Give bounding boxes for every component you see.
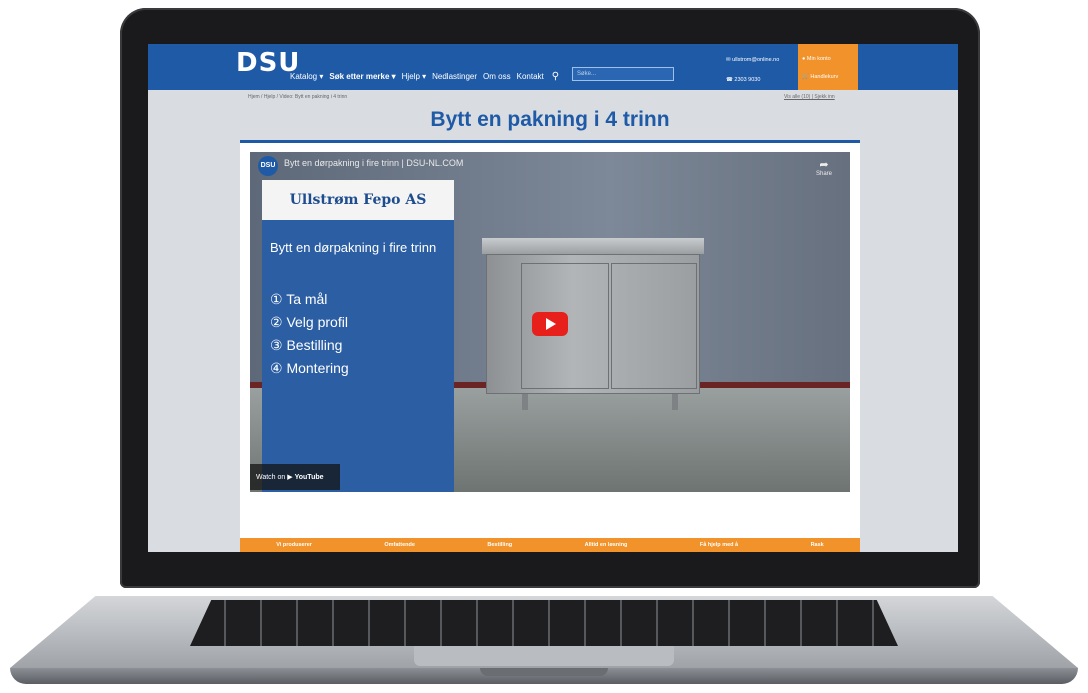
step-item: ③ Bestilling [270, 337, 343, 353]
channel-avatar[interactable]: DSU [258, 156, 278, 176]
fridge-leg [672, 394, 678, 410]
nav-nedlastinger[interactable]: Nedlastinger [432, 72, 477, 81]
account-label: Min konto [806, 56, 831, 62]
video-overlay-panel: Ullstrøm Fepo AS Bytt en dørpakning i fi… [262, 180, 454, 492]
content-panel: DSU Bytt en dørpakning i fire trinn | DS… [240, 143, 860, 539]
step-item: ④ Montering [270, 360, 349, 376]
feature-item: Få hjelp med å [699, 542, 739, 548]
nav-hjelp[interactable]: Hjelp ▾ [402, 72, 426, 81]
laptop-notch [480, 668, 608, 676]
overlay-subtitle: Bytt en dørpakning i fire trinn [270, 240, 437, 255]
video-title[interactable]: Bytt en dørpakning i fire trinn | DSU-NL… [284, 158, 463, 168]
step-item: ② Velg profil [270, 314, 348, 330]
watch-on-youtube-button[interactable]: Watch on ▶ YouTube [250, 464, 340, 490]
laptop-keyboard [190, 600, 898, 646]
fridge-worktop [482, 238, 704, 254]
email-text: ullstrom@online.no [732, 57, 780, 63]
share-icon: ➦ [819, 159, 829, 171]
cart-label: Handlekurv [810, 74, 839, 80]
features-band: Vi produserer Omfattende Bestilling Allt… [240, 538, 860, 552]
email-link[interactable]: ✉ ullstrom@online.no [726, 50, 779, 70]
play-button[interactable] [532, 312, 568, 336]
feature-item: Alltid en løsning [584, 542, 628, 548]
account-box: ● Min konto 🛒 Handlekurv [798, 44, 858, 90]
laptop-trackpad [414, 646, 674, 666]
feature-item: Vi produserer [276, 542, 312, 548]
cart-link[interactable]: 🛒 Handlekurv [802, 68, 854, 86]
youtube-play-icon: ▶ [287, 474, 293, 481]
refrigerator-image [482, 238, 704, 410]
account-link[interactable]: ● Min konto [802, 50, 854, 68]
laptop-base [10, 578, 1078, 688]
phone-text: 2303 9030 [734, 77, 761, 83]
contact-info: ✉ ullstrom@online.no ☎ 2303 9030 [726, 50, 779, 90]
site-header: DSU Katalog ▾ Søk etter merke ▾ Hjelp ▾ … [148, 44, 958, 90]
main-nav: Katalog ▾ Søk etter merke ▾ Hjelp ▾ Nedl… [290, 71, 559, 82]
fridge-leg [522, 394, 528, 410]
youtube-brand: YouTube [294, 474, 324, 481]
feature-item: Omfattende [384, 542, 415, 548]
steps-list: ① Ta mål ② Velg profil ③ Bestilling ④ Mo… [270, 288, 349, 380]
nav-katalog[interactable]: Katalog ▾ [290, 72, 323, 81]
share-label: Share [816, 171, 833, 177]
top-links[interactable]: Vis alle (10) | Sjekk inn [784, 94, 835, 100]
share-button[interactable]: ➦ Share [816, 158, 832, 177]
youtube-video-player[interactable]: DSU Bytt en dørpakning i fire trinn | DS… [250, 152, 850, 492]
overlay-company-name: Ullstrøm Fepo AS [262, 180, 454, 220]
nav-kontakt[interactable]: Kontakt [517, 72, 544, 81]
search-icon[interactable]: ⚲ [552, 71, 559, 82]
nav-om-oss[interactable]: Om oss [483, 72, 511, 81]
feature-item: Rask [810, 542, 824, 548]
nav-sok-etter-merke[interactable]: Søk etter merke ▾ [329, 72, 395, 81]
search-input[interactable]: Søke... [572, 67, 674, 81]
feature-item: Bestilling [487, 542, 513, 548]
step-item: ① Ta mål [270, 291, 328, 307]
page-title: Bytt en pakning i 4 trinn [430, 108, 670, 131]
phone-link[interactable]: ☎ 2303 9030 [726, 70, 779, 90]
watch-on-label: Watch on [256, 474, 286, 481]
fridge-body [486, 254, 700, 394]
browser-screen: DSU Katalog ▾ Søk etter merke ▾ Hjelp ▾ … [148, 44, 958, 552]
fridge-door-right [611, 263, 697, 389]
breadcrumb[interactable]: Hjem / Hjelp / Video: Bytt en pakning i … [248, 94, 347, 100]
